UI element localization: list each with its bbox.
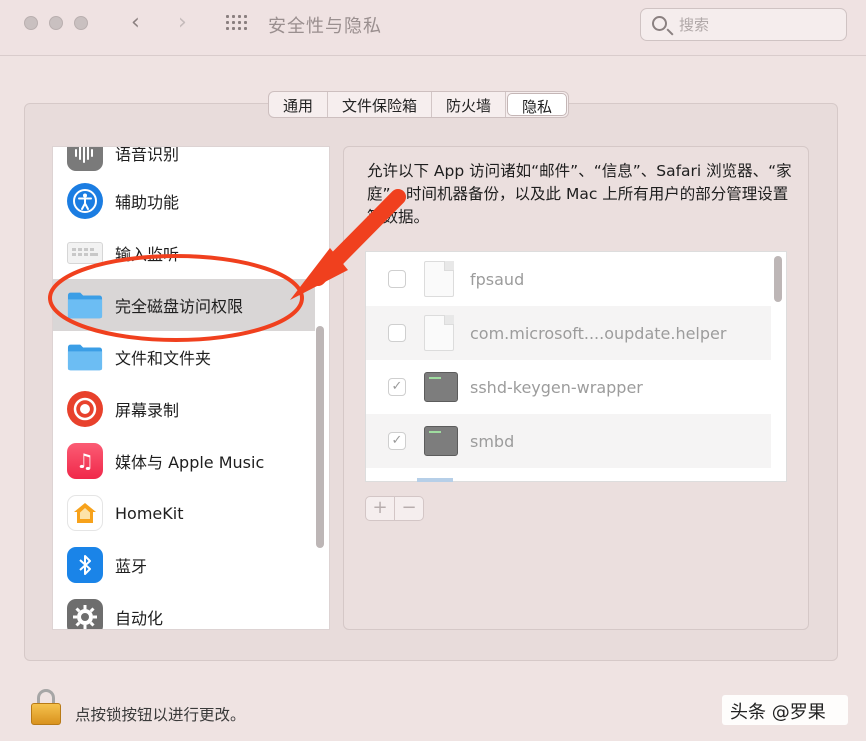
privacy-category-list[interactable]: 语音识别 辅助功能 输入监听 完全磁盘访问权限 文件和文件夹 屏幕录制 ♫ 媒体… (52, 146, 330, 630)
sidebar-item-media-apple-music[interactable]: ♫ 媒体与 Apple Music (53, 435, 315, 487)
tab-filevault[interactable]: 文件保险箱 (328, 92, 433, 117)
sidebar-item-files-and-folders[interactable]: 文件和文件夹 (53, 331, 315, 383)
screen-record-icon (67, 391, 103, 427)
app-checkbox[interactable] (388, 324, 406, 342)
app-row-sshd-keygen-wrapper[interactable]: ✓ sshd-keygen-wrapper (366, 360, 771, 414)
sidebar-item-label: 完全磁盘访问权限 (115, 297, 244, 316)
sidebar-item-full-disk-access[interactable]: 完全磁盘访问权限 (53, 279, 315, 331)
app-checkbox[interactable]: ✓ (388, 432, 406, 450)
app-name: smbd (470, 431, 515, 451)
folder-icon (67, 287, 103, 323)
sidebar-item-input-monitoring[interactable]: 输入监听 (53, 227, 315, 279)
sidebar-item-accessibility[interactable]: 辅助功能 (53, 175, 315, 227)
keyboard-icon (67, 242, 103, 264)
remove-app-button[interactable]: − (395, 497, 423, 520)
terminal-icon (424, 372, 458, 402)
app-name: fpsaud (470, 269, 525, 289)
lock-hint-text: 点按锁按钮以进行更改。 (75, 706, 246, 724)
minimize-window-button[interactable] (49, 16, 63, 30)
back-arrow-icon[interactable]: ‹ (131, 10, 140, 36)
sidebar-item-label: 语音识别 (115, 146, 180, 164)
sidebar-item-label: 辅助功能 (115, 193, 180, 212)
sidebar-item-homekit[interactable]: HomeKit (53, 487, 315, 539)
home-icon (67, 495, 103, 531)
add-remove-control: + − (365, 496, 424, 521)
app-row-microsoft-autoupdate[interactable]: com.microsoft....oupdate.helper (366, 306, 771, 360)
add-app-button[interactable]: + (366, 497, 395, 520)
gear-icon (67, 599, 103, 629)
app-name: com.microsoft....oupdate.helper (470, 323, 727, 343)
bluetooth-icon (67, 547, 103, 583)
title-bar: ‹ › 安全性与隐私 (0, 0, 866, 56)
app-name: sshd-keygen-wrapper (470, 377, 643, 397)
app-checkbox[interactable]: ✓ (388, 378, 406, 396)
forward-arrow-icon[interactable]: › (178, 10, 187, 36)
sidebar-item-label: 输入监听 (115, 245, 180, 264)
show-all-grid-icon[interactable] (226, 15, 248, 33)
app-row-fpsaud[interactable]: fpsaud (366, 252, 771, 306)
terminal-icon (424, 426, 458, 456)
tab-privacy[interactable]: 隐私 (507, 93, 568, 116)
list-scrollbar[interactable] (316, 326, 324, 548)
music-icon: ♫ (67, 443, 103, 479)
sidebar-item-bluetooth[interactable]: 蓝牙 (53, 539, 315, 591)
window-title: 安全性与隐私 (268, 16, 382, 37)
search-icon (652, 16, 667, 31)
sidebar-item-label: 文件和文件夹 (115, 349, 212, 368)
partial-app-icon (417, 478, 453, 482)
document-icon (424, 261, 454, 297)
app-list[interactable]: fpsaud com.microsoft....oupdate.helper ✓… (365, 251, 787, 482)
document-icon (424, 315, 454, 351)
sidebar-item-label: 自动化 (115, 609, 164, 628)
sidebar-item-automation[interactable]: 自动化 (53, 591, 315, 629)
sidebar-item-screen-recording[interactable]: 屏幕录制 (53, 383, 315, 435)
access-description: 允许以下 App 访问诸如“邮件”、“信息”、Safari 浏览器、“家庭”、时… (367, 162, 792, 226)
tab-general[interactable]: 通用 (269, 92, 329, 117)
app-row-smbd[interactable]: ✓ smbd (366, 414, 771, 468)
app-checkbox[interactable] (388, 270, 406, 288)
search-input[interactable] (679, 13, 839, 37)
folder-icon (67, 339, 103, 375)
app-list-scrollbar[interactable] (774, 256, 782, 302)
zoom-window-button[interactable] (74, 16, 88, 30)
search-field[interactable] (640, 8, 847, 41)
tab-firewall[interactable]: 防火墙 (432, 92, 507, 117)
waveform-icon (67, 147, 103, 171)
sidebar-item-label: HomeKit (115, 503, 184, 523)
accessibility-icon (67, 183, 103, 219)
watermark: 头条 @罗果 (722, 695, 848, 725)
sidebar-item-label: 蓝牙 (115, 557, 148, 576)
close-window-button[interactable] (24, 16, 38, 30)
sidebar-item-label: 屏幕录制 (115, 401, 180, 420)
tab-bar: 通用 文件保险箱 防火墙 隐私 (268, 91, 570, 118)
sidebar-item-label: 媒体与 Apple Music (115, 453, 265, 472)
lock-icon[interactable] (31, 689, 61, 725)
